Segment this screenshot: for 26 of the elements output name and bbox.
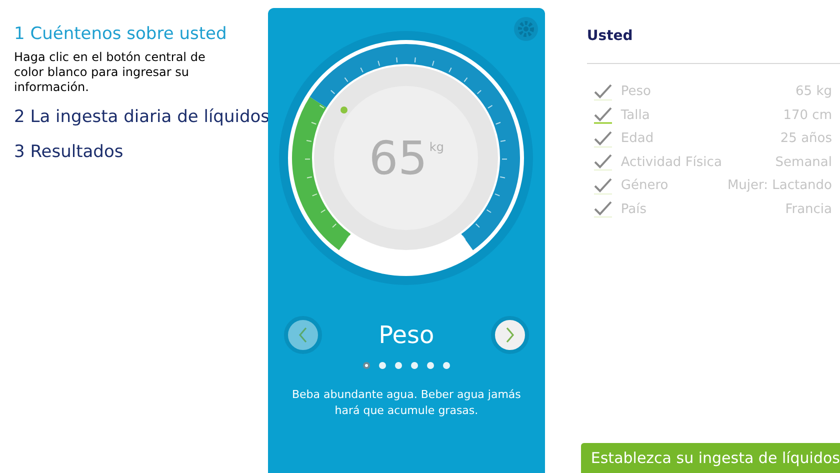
weight-value: 65 (368, 130, 428, 186)
previous-button[interactable] (284, 316, 322, 354)
weight-unit: kg (429, 139, 444, 156)
summary-label: País (620, 200, 646, 218)
step-description: Haga clic en el botón central de color blanco para ingresar su información. (14, 50, 206, 94)
settings-icon[interactable] (512, 16, 539, 42)
dial-label: Peso (378, 320, 434, 351)
summary-value: 25 años (780, 130, 832, 148)
summary-label: Actividad Física (620, 154, 722, 172)
next-button[interactable] (490, 316, 529, 354)
summary-title: Usted (586, 27, 634, 46)
summary-value: 170 cm (783, 106, 832, 124)
summary-label: Peso (620, 83, 651, 101)
step-title[interactable]: 3 Resultados (14, 140, 268, 166)
summary-value: Mujer: Lactando (727, 177, 832, 195)
summary-label: Género (620, 177, 668, 195)
summary-label: Edad (620, 130, 654, 148)
summary-value: 65 kg (796, 83, 832, 101)
chevron-left-icon (298, 327, 308, 343)
chevron-right-icon (504, 327, 515, 343)
step-title[interactable]: 2 La ingesta diaria de líquidos (14, 104, 268, 130)
summary-label: Talla (620, 106, 650, 124)
summary-value: Semanal (775, 154, 832, 172)
summary-value: Francia (785, 200, 832, 218)
dial-drawing[interactable] (278, 30, 534, 286)
tip-text: Beba abundante agua. Beber agua jamás hará que acumule grasas. (290, 387, 522, 419)
